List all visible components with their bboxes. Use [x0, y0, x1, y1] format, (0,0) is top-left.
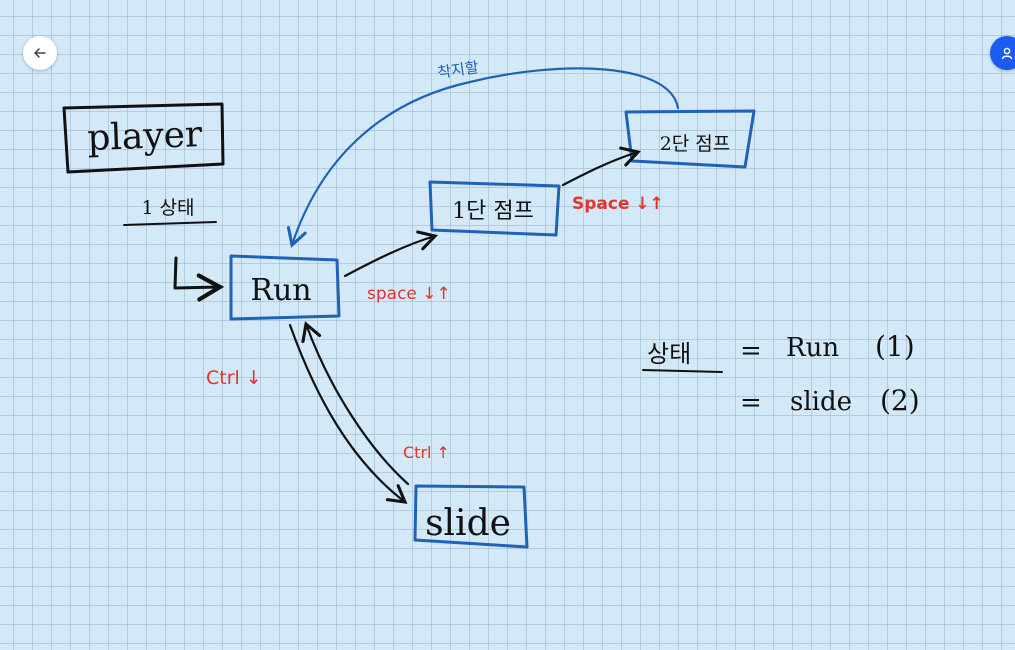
state-count-label: 1 상태: [141, 197, 194, 219]
jump1-label: 1단 점프: [452, 199, 534, 224]
jump2-label: 2단 점프: [660, 133, 731, 155]
legend-heading: 상태: [647, 340, 691, 368]
legend-eq1: =: [740, 336, 762, 366]
arrow-slide-to-run: [301, 321, 410, 486]
state-legend: 상태 = Run (1) = slide (2): [642, 330, 920, 418]
edge-label-run-jump1: space ↓↑: [367, 284, 451, 304]
legend-num2: (2): [880, 384, 920, 417]
legend-eq2: =: [740, 388, 762, 418]
arrow-jump1-to-jump2: [561, 146, 641, 187]
legend-heading-underline: [642, 369, 723, 373]
legend-val2: slide: [790, 387, 852, 417]
user-icon: [1001, 47, 1013, 60]
slide-node: slide: [413, 484, 529, 549]
jump1-node: 1단 점프: [428, 180, 561, 237]
edge-label-jump2-run: 착지할: [436, 58, 480, 82]
run-node: Run: [229, 254, 341, 321]
edge-label-slide-run: Ctrl ↑: [403, 443, 450, 462]
player-box: player: [62, 102, 225, 174]
arrow-run-to-jump1: [343, 230, 438, 278]
legend-num1: (1): [875, 330, 915, 363]
legend-val1: Run: [786, 333, 839, 363]
whiteboard-canvas[interactable]: player 1 상태 Run 1단 점프 2단 점프 slide space …: [0, 0, 1015, 650]
player-label: player: [87, 114, 204, 159]
edge-label-jump1-jump2: Space ↓↑: [572, 194, 664, 214]
run-label: Run: [250, 273, 311, 308]
edge-label-run-slide: Ctrl ↓: [206, 367, 262, 389]
arrow-run-to-slide: [288, 323, 408, 504]
slide-label: slide: [425, 503, 511, 544]
state-count-underline: [123, 221, 217, 226]
back-button[interactable]: [23, 36, 57, 70]
jump2-node: 2단 점프: [624, 109, 756, 169]
arrow-left-icon: [34, 48, 46, 58]
entry-arrow: [173, 256, 225, 302]
